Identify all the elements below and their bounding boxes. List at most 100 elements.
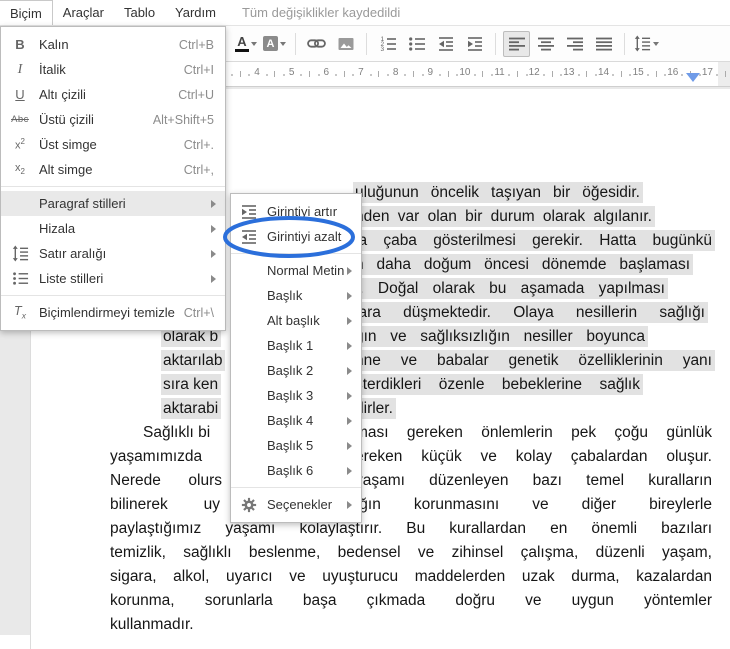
menu-bicim[interactable]: Biçim [0,0,53,25]
svg-text:3: 3 [380,46,384,53]
menu-item-label: Girintiyi azalt [267,229,342,244]
line-spacing-button[interactable] [632,35,661,52]
numbered-list-button[interactable]: 123 [374,31,401,57]
toolbar-separator [295,32,296,55]
text-line-fragment: n daha doğum öncesi dönemde başlaması [355,254,690,275]
menu-bar: Biçim Araçlar Tablo Yardım Tüm değişikli… [0,0,730,26]
bulleted-list-button[interactable] [403,31,430,57]
styles-menu-item-ba-l-k[interactable]: Başlık [231,283,361,308]
menu-tablo[interactable]: Tablo [114,0,165,25]
save-status: Tüm değişiklikler kaydedildi [241,5,401,20]
menu-item-shortcut: Ctrl+B [178,37,214,52]
menu-item-label: Hizala [39,221,76,236]
dropdown-caret-icon[interactable] [251,41,257,46]
justify-button[interactable] [590,31,617,57]
dropdown-caret-icon[interactable] [280,41,286,46]
format-menu-item-st-izili[interactable]: Abc Üstü çizili Alt+Shift+5 [1,107,225,132]
format-menu-item-alt-izili[interactable]: U Altı çizili Ctrl+U [1,82,225,107]
toolbar-separator [495,32,496,55]
menu-item-label: Normal Metin [267,263,345,278]
menu-item-label: Alt başlık [267,313,320,328]
indent-decrease-icon [437,35,455,53]
text-line-fragment: kullanmadır. [110,616,194,633]
ruler-tick [724,71,726,77]
styles-menu-item-normal-metin[interactable]: Normal Metin [231,258,361,283]
menu-yardim[interactable]: Yardım [165,0,226,25]
ruler-number: 17 [701,67,713,78]
styles-menu-item-girintiyi-azalt[interactable]: Girintiyi azalt [231,224,361,249]
indent-decrease-button[interactable] [432,31,459,57]
menu-item-label: Altı çizili [39,87,86,102]
justify-icon [595,35,613,53]
align-right-button[interactable] [561,31,588,57]
text-line-fragment: temizlik, sağlıklı beslenme, bedensel ve… [110,544,712,561]
insert-image-button[interactable] [332,31,359,57]
align-center-button[interactable] [532,31,559,57]
format-menu-item-bi-imlendirmeyi-temizle[interactable]: Tx Biçimlendirmeyi temizle Ctrl+\ [1,300,225,325]
text-line-fragment: Nerede olurs [110,472,222,489]
format-menu-item-paragraf-stilleri[interactable]: Paragraf stilleri [1,191,225,216]
align-left-button[interactable] [503,30,530,57]
ruler-dot [282,74,285,76]
italic-icon: I [17,61,23,77]
menu-item-label: Başlık 2 [267,363,314,378]
format-menu-item-hizala[interactable]: Hizala [1,216,225,241]
ruler-number: 8 [392,67,399,78]
text-line-fragment: ğın ve sağlıksızlığın nesiller boyunca [355,326,645,347]
ruler-dot [334,74,337,76]
styles-menu-item-girintiyi-art-r[interactable]: Girintiyi artır [231,199,361,224]
text-line-fragment: ereken küçük ve kolay çabalardan oluşur. [355,448,712,465]
format-menu-item-sat-r-aral[interactable]: Satır aralığı [1,241,225,266]
ruler-number: 7 [358,67,364,78]
text-line-fragment: Sağlıklı bi [143,424,211,441]
styles-menu-item-alt-ba-l-k[interactable]: Alt başlık [231,308,361,333]
indent-increase-button[interactable] [461,31,488,57]
menu-item-label: Başlık 5 [267,438,314,453]
format-menu-item-st-simge[interactable]: x2 Üst simge Ctrl+. [1,132,225,157]
text-line-fragment: la çaba gösterilmesi gerekir. Hatta bugü… [355,230,712,251]
ruler-number: 12 [528,67,540,78]
right-indent-marker-icon[interactable] [686,73,700,82]
text-line-fragment: nne ve babalar genetik özelliklerinin ya… [355,350,712,371]
line-spacing-icon [634,35,651,52]
format-menu-item-liste-stilleri[interactable]: Liste stilleri [1,266,225,291]
submenu-arrow-icon [347,441,352,450]
styles-menu-item-ba-l-k-4[interactable]: Başlık 4 [231,408,361,433]
insert-link-button[interactable] [303,31,330,57]
format-menu-item-alt-simge[interactable]: x2 Alt simge Ctrl+, [1,157,225,182]
ruler-dot [421,74,424,76]
menu-item-label: Başlık [267,288,303,303]
menu-item-shortcut: Ctrl+I [183,62,214,77]
submenu-arrow-icon [211,249,216,258]
styles-menu-item-ba-l-k-1[interactable]: Başlık 1 [231,333,361,358]
format-menu-item-i-talik[interactable]: I İtalik Ctrl+I [1,57,225,82]
styles-menu-item-ba-l-k-3[interactable]: Başlık 3 [231,383,361,408]
ruler-tick [620,71,622,77]
highlight-color-icon: A [263,36,278,51]
text-line-fragment: lara düşmektedir. Olaya nesillerin sağlı… [355,302,705,323]
text-line-fragment: aktarılab [163,350,223,371]
styles-menu-item-ba-l-k-2[interactable]: Başlık 2 [231,358,361,383]
ruler-tick [239,71,241,77]
ruler-tick [516,71,518,77]
menu-item-label: Alt simge [39,162,93,177]
dropdown-caret-icon[interactable] [653,41,659,46]
styles-menu-item-se-enekler[interactable]: Seçenekler [231,492,361,517]
superscript-icon: x2 [15,137,25,152]
format-menu-item-kal-n[interactable]: B Kalın Ctrl+B [1,32,225,57]
highlight-color-button[interactable]: A [261,36,288,51]
styles-menu-item-ba-l-k-5[interactable]: Başlık 5 [231,433,361,458]
styles-menu-item-ba-l-k-6[interactable]: Başlık 6 [231,458,361,483]
indent-decrease-icon [231,228,267,246]
ruler-tick [274,71,276,77]
ruler-dot [369,74,372,76]
bold-icon: B [15,37,25,52]
text-color-button[interactable]: A [233,35,259,52]
menu-item-label: Girintiyi artır [267,204,338,219]
menu-item-shortcut: Ctrl+U [178,87,214,102]
text-line-fragment: bilinerek uy [110,496,220,513]
menu-araclar[interactable]: Araçlar [53,0,114,25]
ruler-dot [386,74,389,76]
text-line-fragment: yaşamımızda [110,448,203,465]
ruler-number: 14 [597,67,610,78]
